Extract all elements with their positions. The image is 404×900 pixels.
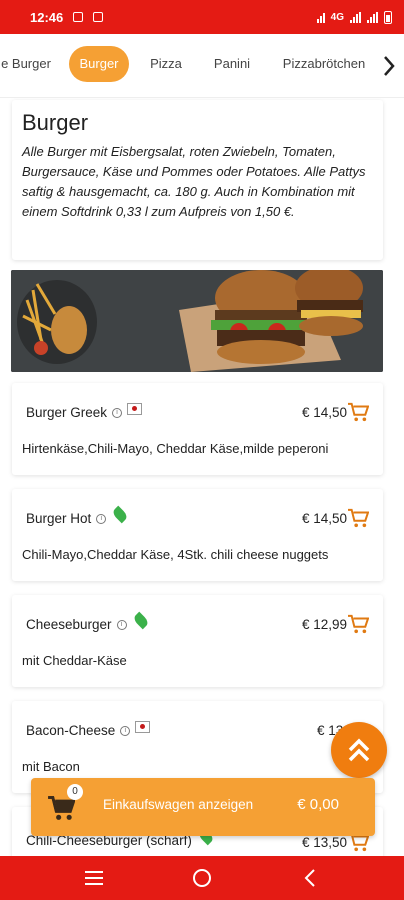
product-price: € 14,50 (301, 405, 347, 420)
leaf-icon (111, 505, 130, 524)
notification-icon (73, 12, 84, 22)
scroll-to-top-button[interactable] (331, 722, 387, 778)
menu-icon (85, 871, 103, 885)
product-name: Burger Greek (26, 405, 108, 420)
cart-label: Einkaufswagen anzeigen (103, 797, 254, 812)
status-bar: 12:46 4G (0, 0, 404, 34)
battery-icon (384, 10, 392, 24)
info-icon[interactable]: i (116, 619, 127, 630)
leaf-icon (131, 611, 150, 630)
section-description: Alle Burger mit Eisbergsalat, roten Zwie… (22, 144, 366, 219)
recent-apps-button[interactable] (74, 863, 114, 893)
status-time: 12:46 (30, 9, 64, 25)
info-icon[interactable]: i (112, 407, 123, 418)
product-name-row: Cheeseburger i (26, 611, 150, 632)
flag-icon (135, 720, 151, 733)
cart-count-badge: 0 (67, 784, 83, 800)
status-right: 4G (316, 10, 392, 24)
tab-pizza[interactable]: Pizza (142, 46, 190, 82)
section-header-card: Burger Alle Burger mit Eisbergsalat, rot… (12, 100, 383, 260)
system-nav-bar (0, 856, 404, 900)
wifi-icon (316, 12, 325, 23)
info-icon[interactable]: i (96, 513, 107, 524)
section-title: Burger (22, 110, 89, 135)
burger-banner-image (11, 270, 383, 372)
add-to-cart-icon[interactable] (347, 614, 369, 634)
tab-burger[interactable]: Burger (69, 46, 129, 82)
add-to-cart-icon[interactable] (347, 508, 369, 528)
cart-total: € 0,00 (297, 796, 339, 813)
double-chevron-up-icon (348, 738, 370, 762)
tab-panini[interactable]: Panini (206, 46, 258, 82)
product-name: Cheeseburger (26, 617, 112, 632)
view-cart-button[interactable]: 0 Einkaufswagen anzeigen € 0,00 (31, 778, 375, 836)
product-name: Burger Hot (26, 511, 92, 526)
chevron-right-icon[interactable] (374, 34, 404, 97)
product-price: € 13,50 (301, 835, 347, 850)
product-name-row: Burger Hot i (26, 505, 130, 526)
flag-icon (127, 402, 143, 415)
signal-icon (350, 11, 361, 23)
category-tab-bar: e Burger Burger Pizza Panini Pizzabrötch… (0, 34, 404, 98)
add-to-cart-icon[interactable] (347, 402, 369, 422)
product-description: Hirtenkäse,Chili-Mayo, Cheddar Käse,mild… (22, 441, 329, 456)
product-description: Chili-Mayo,Cheddar Käse, 4Stk. chili che… (22, 547, 329, 562)
product-name-row: Bacon-Cheese i (26, 720, 151, 738)
product-name-row: Burger Greek i (26, 402, 143, 420)
signal-icon-2 (367, 11, 378, 23)
back-button[interactable] (290, 863, 330, 893)
notification-icon-2 (93, 12, 104, 22)
tab-pizzabroetchen[interactable]: Pizzabrötchen (276, 46, 372, 82)
home-circle-icon (193, 869, 211, 887)
home-button[interactable] (182, 863, 222, 893)
product-name: Bacon-Cheese (26, 723, 116, 738)
product-description: mit Cheddar-Käse (22, 653, 127, 668)
info-icon[interactable]: i (120, 725, 131, 736)
product-card[interactable]: Cheeseburger i € 12,99 mit Cheddar-Käse (12, 595, 383, 687)
network-type: 4G (330, 11, 344, 23)
product-card[interactable]: Burger Hot i € 14,50 Chili-Mayo,Cheddar … (12, 489, 383, 581)
product-price: € 12,99 (301, 617, 347, 632)
product-description: mit Bacon (22, 759, 80, 774)
back-arrow-icon (304, 869, 315, 887)
product-card[interactable]: Burger Greek i € 14,50 Hirtenkäse,Chili-… (12, 383, 383, 475)
tab-e-burger[interactable]: e Burger (0, 46, 56, 82)
product-price: € 14,50 (301, 511, 347, 526)
